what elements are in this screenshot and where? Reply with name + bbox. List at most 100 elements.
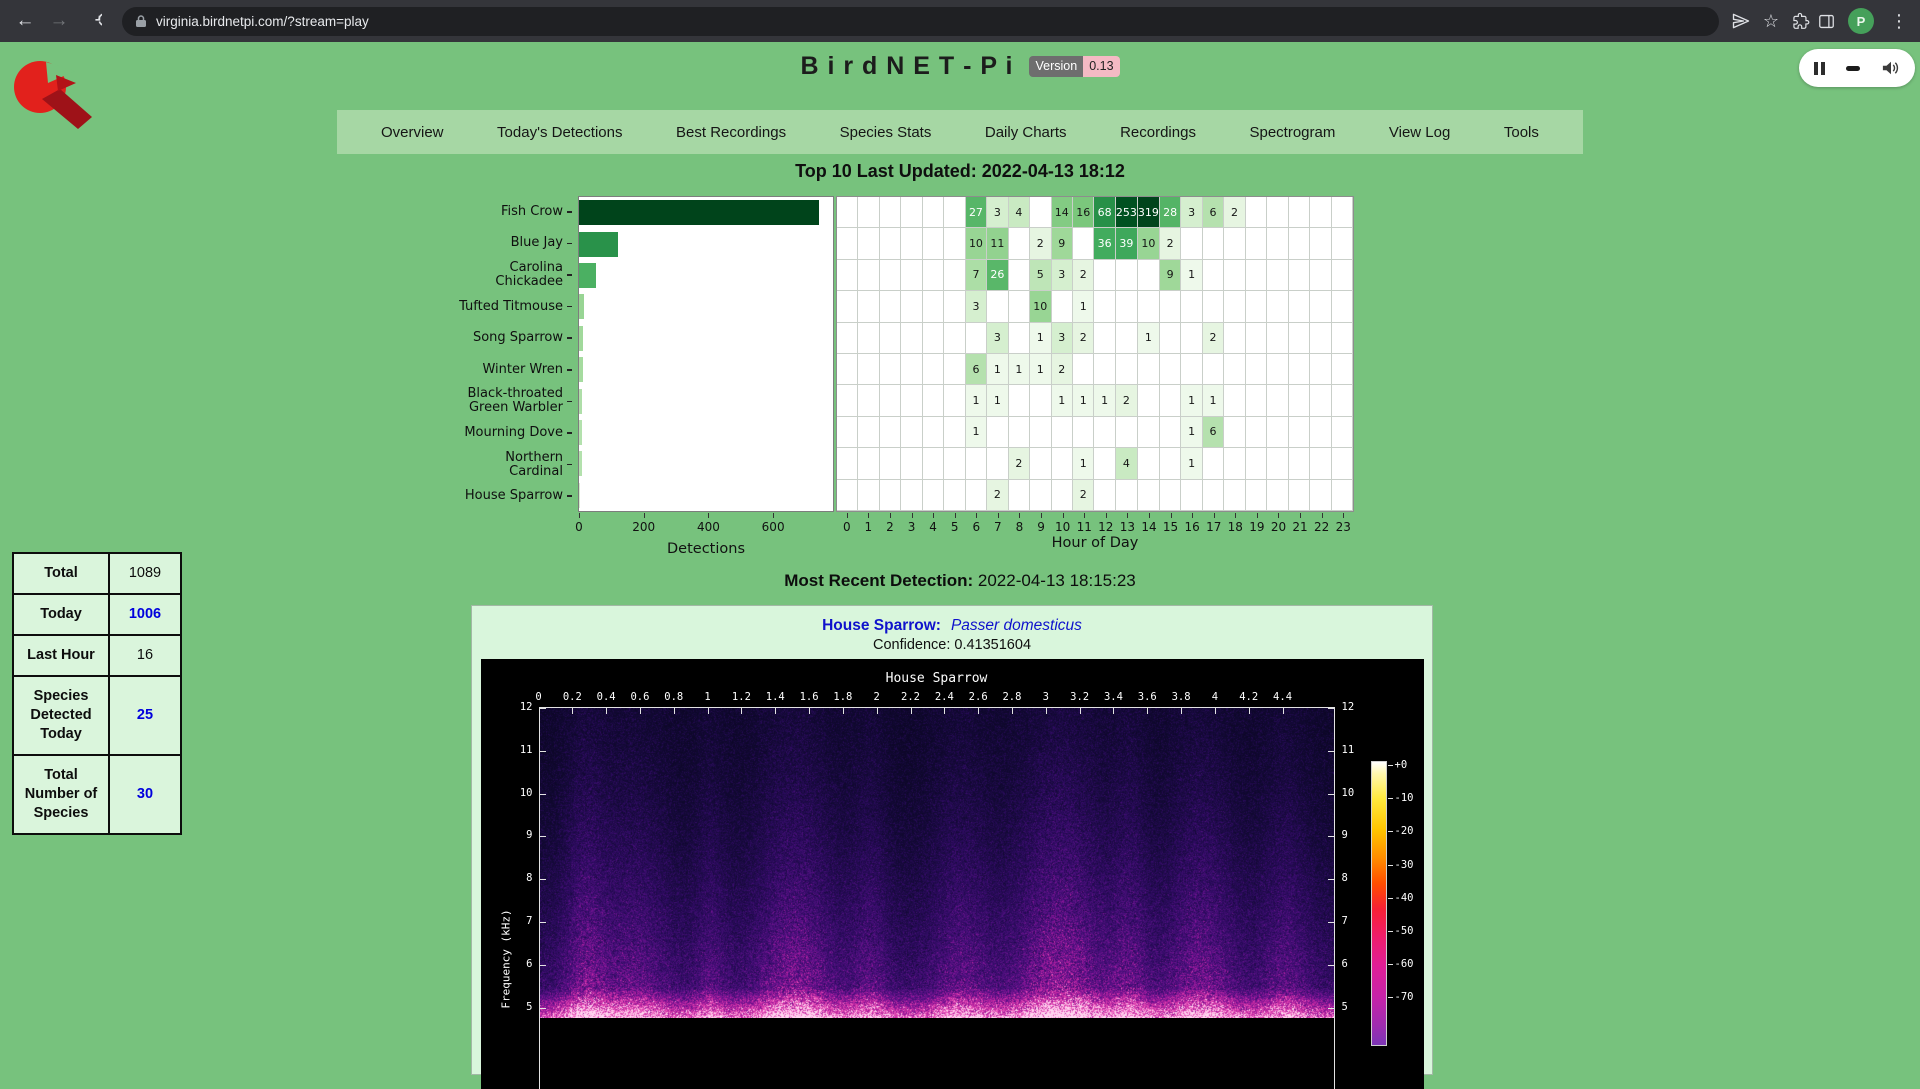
hour-axis-tick <box>1257 513 1258 518</box>
colorbar-tick-mark <box>1388 997 1393 998</box>
bookmark-star-icon[interactable]: ☆ <box>1758 11 1784 32</box>
spectrogram-x-tick-mark <box>1012 708 1013 714</box>
heatmap-cell: 1 <box>1073 448 1094 479</box>
nav-item-best-recordings[interactable]: Best Recordings <box>676 124 786 141</box>
species-tick-mark <box>567 337 572 339</box>
spectrogram-y-tick-label: 10 <box>1342 787 1355 799</box>
spectrogram-x-tick-mark <box>1181 708 1182 714</box>
heatmap-cell <box>1203 260 1224 291</box>
site-info-lock-icon[interactable] <box>135 14 147 28</box>
bar-row <box>579 228 833 259</box>
heatmap-cell <box>1289 260 1310 291</box>
spectrogram-x-tick-label: 1.8 <box>833 691 852 703</box>
colorbar-tick-label: -30 <box>1395 859 1414 871</box>
birdnetpi-page: B i r d N E T - P i Version 0.13 Overvie… <box>0 42 1920 1017</box>
detections-bar <box>579 389 582 414</box>
heatmap-cell: 1 <box>1181 260 1202 291</box>
detections-bar <box>579 200 819 225</box>
heatmap-cell <box>944 228 965 259</box>
address-bar[interactable]: virginia.birdnetpi.com/?stream=play <box>122 7 1719 36</box>
heatmap-cell <box>1224 480 1245 511</box>
volume-icon[interactable] <box>1882 60 1900 76</box>
heatmap-cell: 4 <box>1009 197 1030 228</box>
extensions-puzzle-icon[interactable] <box>1791 12 1810 31</box>
heatmap-cell <box>1160 385 1181 416</box>
hour-axis-tick-label: 4 <box>929 520 937 534</box>
browser-menu-kebab-icon[interactable]: ⋮ <box>1886 11 1912 32</box>
stats-row: Last Hour16 <box>13 635 181 676</box>
detections-bar <box>579 232 618 257</box>
hour-axis-tick-label: 15 <box>1163 520 1178 534</box>
nav-item-recordings[interactable]: Recordings <box>1120 124 1196 141</box>
heatmap-cell: 10 <box>966 228 987 259</box>
stat-value[interactable]: 1006 <box>109 594 181 635</box>
nav-item-daily-charts[interactable]: Daily Charts <box>985 124 1067 141</box>
nav-item-view-log[interactable]: View Log <box>1389 124 1450 141</box>
heatmap-cell <box>1224 260 1245 291</box>
spectrogram-y-tick-label: 7 <box>485 915 533 927</box>
heatmap-cell: 2 <box>1073 480 1094 511</box>
heatmap-cell <box>858 323 879 354</box>
species-label-text: Black-throatedGreen Warbler <box>467 387 563 415</box>
detection-scientific-name[interactable]: Passer domesticus <box>951 617 1082 635</box>
spectrogram-y-tick-mark <box>1328 794 1334 795</box>
spectrogram-x-tick-label: 3 <box>1043 691 1049 703</box>
species-label: House Sparrow <box>390 480 572 512</box>
side-panel-icon[interactable] <box>1817 12 1836 31</box>
colorbar-tick-label: +0 <box>1395 759 1408 771</box>
heatmap-cell <box>923 291 944 322</box>
heatmap-cell <box>858 417 879 448</box>
send-icon[interactable] <box>1731 11 1751 31</box>
stream-audio-player[interactable] <box>1799 49 1915 87</box>
detections-bar <box>579 483 580 508</box>
heatmap-cell <box>944 323 965 354</box>
spectrogram-x-tick-mark <box>809 708 810 714</box>
heatmap-cell <box>1332 291 1353 322</box>
heatmap-cell: 2 <box>1052 354 1073 385</box>
nav-item-species-stats[interactable]: Species Stats <box>840 124 932 141</box>
heatmap-cell <box>1332 480 1353 511</box>
detection-common-name[interactable]: House Sparrow: <box>822 617 941 635</box>
heatmap-cell <box>966 323 987 354</box>
heatmap-cell <box>1094 354 1115 385</box>
heatmap-cell <box>944 448 965 479</box>
nav-item-today-s-detections[interactable]: Today's Detections <box>497 124 622 141</box>
species-label-text: Tufted Titmouse <box>459 300 563 314</box>
bar-row <box>579 291 833 322</box>
detections-bar <box>579 451 582 476</box>
nav-item-tools[interactable]: Tools <box>1504 124 1539 141</box>
hour-axis-tick <box>1019 513 1020 518</box>
heatmap-cell <box>1267 417 1288 448</box>
spectrogram-x-tick-mark <box>843 708 844 714</box>
spectrogram-x-tick-label: 1 <box>704 691 710 703</box>
spectrogram-x-tick-mark <box>1215 708 1216 714</box>
spectrogram-y-tick-mark <box>1328 836 1334 837</box>
spectrogram-y-tick-mark <box>1328 751 1334 752</box>
heatmap-cell <box>1116 323 1138 354</box>
seek-handle[interactable] <box>1846 66 1860 71</box>
stat-value[interactable]: 30 <box>109 755 181 834</box>
heatmap-cell <box>1310 260 1331 291</box>
heatmap-cell <box>1160 448 1181 479</box>
forward-button[interactable]: → <box>42 4 76 38</box>
colorbar-tick-mark <box>1388 831 1393 832</box>
heatmap-cell: 6 <box>1203 417 1224 448</box>
heatmap-cell <box>880 228 901 259</box>
reload-button[interactable] <box>76 4 110 38</box>
detections-bar <box>579 357 583 382</box>
nav-item-spectrogram[interactable]: Spectrogram <box>1249 124 1335 141</box>
back-button[interactable]: ← <box>8 4 42 38</box>
pause-button[interactable] <box>1814 62 1825 75</box>
nav-item-overview[interactable]: Overview <box>381 124 444 141</box>
spectrogram-x-tick-label: 4.4 <box>1273 691 1292 703</box>
spectrogram-y-tick-mark <box>1328 1008 1334 1009</box>
spectrogram-x-tick-label: 2 <box>874 691 880 703</box>
bar-axis-tick-label: 200 <box>632 520 655 534</box>
heatmap-cell: 2 <box>1224 197 1245 228</box>
species-tick-mark <box>567 495 572 497</box>
profile-avatar[interactable]: P <box>1848 8 1874 34</box>
spectrogram-y-tick-mark <box>1328 922 1334 923</box>
heatmap-cell: 36 <box>1094 228 1115 259</box>
stat-value[interactable]: 25 <box>109 676 181 755</box>
hour-axis-tick <box>847 513 848 518</box>
